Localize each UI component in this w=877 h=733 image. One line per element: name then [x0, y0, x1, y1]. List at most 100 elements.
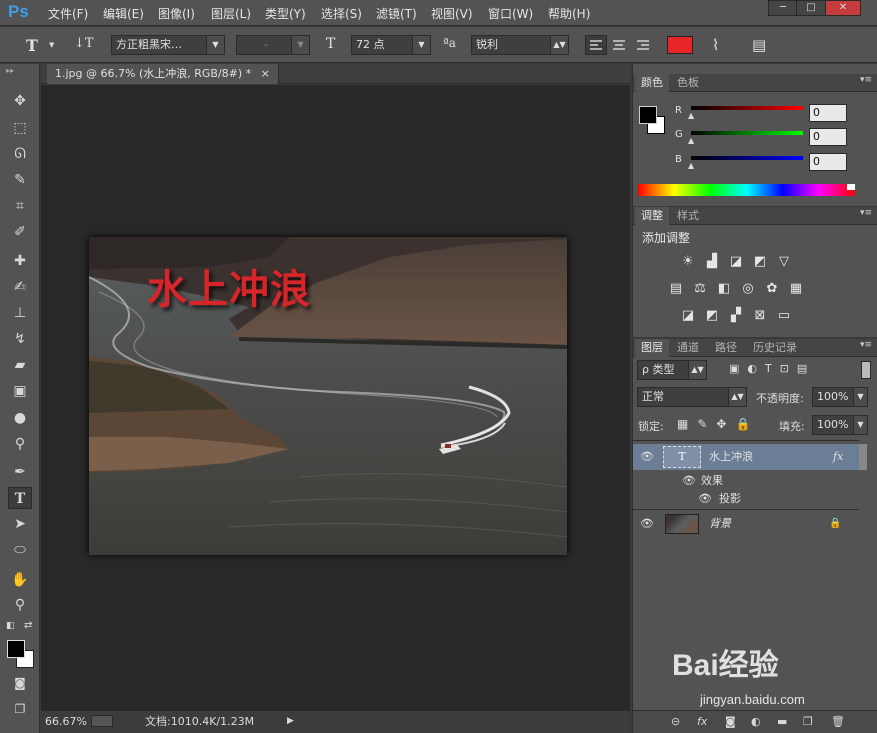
panel-menu-icon[interactable]: ▾≡ — [860, 75, 872, 85]
character-panel-icon[interactable]: ▤ — [752, 36, 766, 54]
layer-row-text[interactable]: 👁 T 水上冲浪 fx — [633, 444, 859, 470]
chevron-down-icon[interactable]: ▼ — [49, 41, 54, 49]
new-adjustment-icon[interactable]: ◐ — [751, 715, 761, 728]
eyedropper-tool-icon[interactable]: ✐ — [8, 221, 32, 243]
text-layer-title[interactable]: 水上冲浪 — [147, 257, 311, 315]
add-mask-icon[interactable]: ◙ — [725, 715, 736, 728]
filter-toggle[interactable] — [861, 361, 871, 379]
opacity-input[interactable]: 100% ▼ — [812, 387, 868, 407]
channel-b-input[interactable]: 0 — [809, 153, 847, 171]
align-center-button[interactable] — [609, 36, 631, 56]
levels-icon[interactable]: ▟ — [703, 254, 721, 270]
new-layer-icon[interactable]: ❐ — [803, 715, 813, 728]
gradient-tool-icon[interactable]: ▣ — [8, 380, 32, 402]
brightness-contrast-icon[interactable]: ☀ — [679, 254, 697, 270]
layer-name[interactable]: 背景 — [709, 511, 731, 537]
visibility-eye-icon[interactable]: 👁 — [639, 511, 655, 537]
zoom-level[interactable]: 66.67% — [45, 711, 87, 732]
healing-brush-tool-icon[interactable]: ✚ — [8, 250, 32, 272]
color-spectrum-bar[interactable] — [638, 184, 855, 196]
tab-layers[interactable]: 图层 — [635, 339, 669, 357]
blur-tool-icon[interactable]: ● — [8, 407, 32, 429]
menu-type[interactable]: 类型(Y) — [265, 5, 306, 22]
pen-tool-icon[interactable]: ✒ — [8, 461, 32, 483]
layers-scrollbar-thumb[interactable] — [859, 444, 867, 470]
add-style-icon[interactable]: fx — [697, 715, 707, 728]
slider-handle-icon[interactable]: ▲ — [688, 161, 694, 170]
layer-name[interactable]: 水上冲浪 — [709, 444, 753, 470]
invert-icon[interactable]: ◪ — [679, 308, 697, 324]
gradient-map-icon[interactable]: ▭ — [775, 308, 793, 324]
panel-menu-icon[interactable]: ▾≡ — [860, 340, 872, 350]
align-right-button[interactable] — [633, 36, 655, 56]
menu-image[interactable]: 图像(I) — [158, 5, 195, 22]
slider-handle-icon[interactable]: ▲ — [688, 136, 694, 145]
font-style-select[interactable]: - ▼ — [236, 35, 310, 55]
text-orientation-icon[interactable]: ↓T — [74, 36, 94, 51]
tab-history[interactable]: 历史记录 — [747, 339, 803, 357]
spectrum-white[interactable] — [847, 184, 855, 190]
menu-select[interactable]: 选择(S) — [321, 5, 362, 22]
vibrance-icon[interactable]: ▽ — [775, 254, 793, 270]
zoom-tool-icon[interactable]: ⚲ — [8, 594, 32, 616]
new-group-icon[interactable]: ▬ — [777, 715, 787, 728]
fx-badge[interactable]: fx — [833, 444, 843, 470]
hand-tool-icon[interactable]: ✋ — [8, 569, 32, 591]
menu-help[interactable]: 帮助(H) — [548, 5, 590, 22]
photo-filter-icon[interactable]: ◎ — [739, 281, 757, 297]
layer-filter-icons[interactable]: ▣◐T⊡▤ — [729, 362, 815, 375]
path-selection-tool-icon[interactable]: ➤ — [8, 513, 32, 535]
move-tool-icon[interactable]: ✥ — [8, 90, 32, 112]
document-image[interactable]: 水上冲浪 — [89, 237, 567, 555]
font-family-select[interactable]: 方正粗黑宋… ▼ — [111, 35, 225, 55]
quick-selection-tool-icon[interactable]: ✎ — [8, 169, 32, 191]
channel-b-slider[interactable] — [691, 156, 803, 160]
foreground-color-swatch[interactable] — [7, 640, 25, 658]
tab-paths[interactable]: 路径 — [709, 339, 743, 357]
tab-swatches[interactable]: 色板 — [671, 74, 705, 92]
panel-menu-icon[interactable]: ▾≡ — [860, 208, 872, 218]
brush-tool-icon[interactable]: ✍ — [8, 276, 32, 298]
swap-colors-icon[interactable]: ⇄ — [24, 620, 32, 631]
slider-handle-icon[interactable]: ▲ — [688, 111, 694, 120]
maximize-button[interactable]: □ — [796, 0, 826, 16]
canvas-area[interactable]: 水上冲浪 — [41, 85, 630, 710]
color-lookup-icon[interactable]: ▦ — [787, 281, 805, 297]
tab-close-icon[interactable]: × — [261, 67, 270, 80]
delete-layer-icon[interactable]: 🗑 — [831, 715, 845, 728]
text-color-swatch[interactable] — [667, 36, 693, 54]
link-layers-icon[interactable]: ⊝ — [671, 715, 680, 728]
curves-icon[interactable]: ◪ — [727, 254, 745, 270]
channel-mixer-icon[interactable]: ✿ — [763, 281, 781, 297]
layer-filter-select[interactable]: ρ 类型 ▲▼ — [637, 360, 707, 380]
status-menu-arrow[interactable]: ▶ — [287, 711, 294, 732]
menu-edit[interactable]: 编辑(E) — [103, 5, 144, 22]
threshold-icon[interactable]: ▞ — [727, 308, 745, 324]
document-tab[interactable]: 1.jpg @ 66.7% (水上冲浪, RGB/8#) * × — [47, 64, 279, 84]
menu-file[interactable]: 文件(F) — [48, 5, 88, 22]
visibility-eye-icon[interactable]: 👁 — [697, 488, 713, 510]
zoom-preview-icon[interactable] — [91, 715, 113, 727]
channel-g-input[interactable]: 0 — [809, 128, 847, 146]
panel-foreground-swatch[interactable] — [639, 106, 657, 124]
menu-view[interactable]: 视图(V) — [431, 5, 473, 22]
screen-mode-icon[interactable]: ❐ — [8, 698, 32, 720]
lock-icons[interactable]: ▦✎✥🔒 — [677, 417, 759, 431]
eraser-tool-icon[interactable]: ▰ — [8, 354, 32, 376]
hue-saturation-icon[interactable]: ▤ — [667, 281, 685, 297]
font-size-select[interactable]: 72 点 ▼ — [351, 35, 431, 55]
menu-filter[interactable]: 滤镜(T) — [376, 5, 417, 22]
color-balance-icon[interactable]: ⚖ — [691, 281, 709, 297]
ellipse-tool-icon[interactable]: ⬭ — [8, 539, 32, 561]
default-colors-icon[interactable]: ◧ — [6, 621, 15, 631]
posterize-icon[interactable]: ◩ — [703, 308, 721, 324]
tab-styles[interactable]: 样式 — [671, 207, 705, 225]
menu-layer[interactable]: 图层(L) — [211, 5, 251, 22]
lasso-tool-icon[interactable]: ᘏ — [8, 143, 32, 165]
collapse-icon[interactable]: ▸▸ — [6, 66, 14, 75]
selective-color-icon[interactable]: ⊠ — [751, 308, 769, 324]
marquee-tool-icon[interactable]: ⬚ — [8, 117, 32, 139]
warp-text-icon[interactable]: ⌇ — [712, 36, 719, 54]
type-tool-preset-icon[interactable]: T — [26, 36, 38, 55]
type-tool-icon[interactable]: T — [8, 487, 32, 509]
